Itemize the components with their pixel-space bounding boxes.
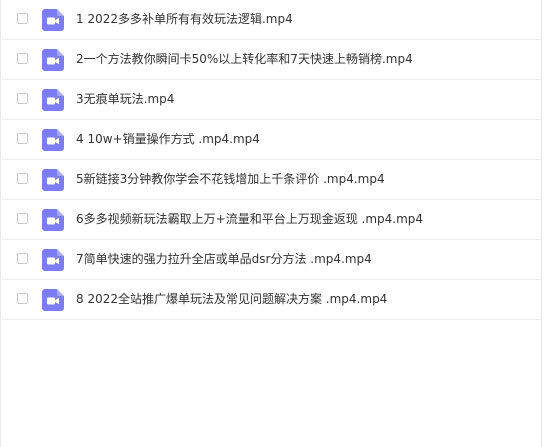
- file-checkbox[interactable]: [17, 133, 28, 144]
- file-name[interactable]: 6多多视频新玩法霸取上万+流量和平台上万现金返现 .mp4.mp4: [76, 211, 423, 227]
- video-file-icon: [42, 249, 64, 271]
- file-row[interactable]: 6多多视频新玩法霸取上万+流量和平台上万现金返现 .mp4.mp4: [1, 200, 541, 240]
- file-name[interactable]: 1 2022多多补单所有有效玩法逻辑.mp4: [76, 11, 293, 27]
- file-checkbox[interactable]: [17, 253, 28, 264]
- file-row[interactable]: 2一个方法教你瞬间卡50%以上转化率和7天快速上畅销榜.mp4: [1, 40, 541, 80]
- video-file-icon: [42, 89, 64, 111]
- video-file-icon: [42, 209, 64, 231]
- file-checkbox[interactable]: [17, 173, 28, 184]
- file-name[interactable]: 2一个方法教你瞬间卡50%以上转化率和7天快速上畅销榜.mp4: [76, 51, 413, 67]
- file-row[interactable]: 4 10w+销量操作方式 .mp4.mp4: [1, 120, 541, 160]
- video-file-icon: [42, 49, 64, 71]
- file-checkbox[interactable]: [17, 213, 28, 224]
- file-name[interactable]: 7简单快速的强力拉升全店或单品dsr分方法 .mp4.mp4: [76, 251, 372, 267]
- video-file-icon: [42, 129, 64, 151]
- file-name[interactable]: 4 10w+销量操作方式 .mp4.mp4: [76, 131, 260, 147]
- file-name[interactable]: 5新链接3分钟教你学会不花钱增加上千条评价 .mp4.mp4: [76, 171, 385, 187]
- file-checkbox[interactable]: [17, 293, 28, 304]
- file-name[interactable]: 3无痕单玩法.mp4: [76, 91, 174, 107]
- file-checkbox[interactable]: [17, 53, 28, 64]
- file-list: 1 2022多多补单所有有效玩法逻辑.mp4 2一个方法教你瞬间卡50%以上转化…: [1, 0, 541, 320]
- file-row[interactable]: 8 2022全站推广爆单玩法及常见问题解决方案 .mp4.mp4: [1, 280, 541, 320]
- video-file-icon: [42, 9, 64, 31]
- file-row[interactable]: 1 2022多多补单所有有效玩法逻辑.mp4: [1, 0, 541, 40]
- file-checkbox[interactable]: [17, 93, 28, 104]
- video-file-icon: [42, 169, 64, 191]
- file-row[interactable]: 3无痕单玩法.mp4: [1, 80, 541, 120]
- video-file-icon: [42, 289, 64, 311]
- file-list-panel: 1 2022多多补单所有有效玩法逻辑.mp4 2一个方法教你瞬间卡50%以上转化…: [0, 0, 542, 447]
- file-name[interactable]: 8 2022全站推广爆单玩法及常见问题解决方案 .mp4.mp4: [76, 291, 387, 307]
- file-row[interactable]: 7简单快速的强力拉升全店或单品dsr分方法 .mp4.mp4: [1, 240, 541, 280]
- file-checkbox[interactable]: [17, 13, 28, 24]
- file-row[interactable]: 5新链接3分钟教你学会不花钱增加上千条评价 .mp4.mp4: [1, 160, 541, 200]
